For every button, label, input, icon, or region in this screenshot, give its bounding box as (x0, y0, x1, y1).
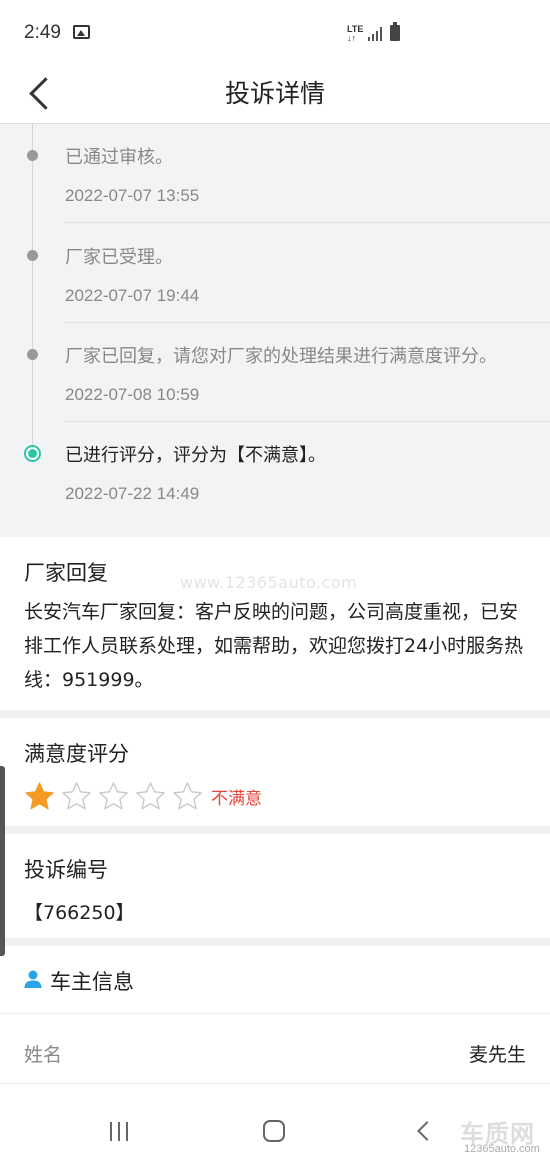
watermark: www.12365auto.com (180, 573, 358, 592)
timeline-text: 已通过审核。 (65, 147, 173, 168)
rating-label: 不满意 (211, 788, 262, 809)
home-icon[interactable] (263, 1120, 285, 1142)
timeline-time: 2022-07-07 19:44 (65, 286, 200, 305)
recent-apps-icon[interactable] (110, 1122, 132, 1141)
owner-name-value: 麦先生 (468, 1044, 526, 1066)
star-empty-icon (62, 781, 91, 809)
rating-title: 满意度评分 (24, 742, 129, 766)
timeline-time: 2022-07-08 10:59 (65, 385, 200, 404)
timeline-text: 厂家已回复，请您对厂家的处理结果进行满意度评分。 (65, 346, 497, 367)
status-time: 2:49 (24, 22, 61, 43)
reply-section: 厂家回复 www.12365auto.com 长安汽车厂家回复：客户反映的问题，… (0, 537, 550, 710)
timeline-item: 已通过审核。 2022-07-07 13:55 (0, 124, 550, 223)
star-empty-icon (173, 781, 202, 809)
app-header: 投诉详情 (0, 62, 550, 124)
owner-name-label: 姓名 (24, 1044, 63, 1066)
star-filled-icon (25, 781, 54, 809)
status-bar: 2:49 LTE ↓↑ (0, 0, 550, 62)
lte-icon: LTE ↓↑ (347, 24, 364, 43)
image-notification-icon (73, 25, 90, 39)
complaint-number-title: 投诉编号 (24, 858, 108, 882)
rating-stars: 不满意 (24, 780, 262, 812)
nav-back-icon[interactable] (417, 1121, 437, 1141)
timeline-item: 厂家已回复，请您对厂家的处理结果进行满意度评分。 2022-07-08 10:5… (0, 323, 550, 422)
reply-body: 长安汽车厂家回复：客户反映的问题，公司高度重视，已安排工作人员联系处理，如需帮助… (24, 601, 524, 691)
star-empty-icon (99, 781, 128, 809)
logo-subtext: 12365auto.com (464, 1143, 540, 1155)
timeline-dot-active (24, 445, 41, 462)
edge-handle[interactable] (0, 766, 5, 956)
battery-icon (390, 22, 400, 41)
section-gap (0, 938, 550, 946)
owner-name-row: 姓名 麦先生 (0, 1015, 550, 1083)
timeline-text: 厂家已受理。 (65, 247, 173, 268)
page-title: 投诉详情 (224, 79, 325, 108)
timeline-time: 2022-07-07 13:55 (65, 186, 200, 205)
timeline-time: 2022-07-22 14:49 (65, 484, 200, 503)
timeline-dot (27, 150, 38, 161)
timeline-dot (27, 349, 38, 360)
reply-title: 厂家回复 (24, 561, 108, 585)
star-empty-icon (136, 781, 165, 809)
owner-info-title: 车主信息 (50, 970, 134, 994)
rating-section: 满意度评分 不满意 (0, 718, 550, 826)
timeline-dot (27, 250, 38, 261)
divider (64, 222, 550, 223)
user-icon (24, 970, 42, 988)
site-logo: 车质网 12365auto.com (458, 1110, 548, 1160)
signal-icon (368, 27, 382, 41)
progress-timeline: 已通过审核。 2022-07-07 13:55 厂家已受理。 2022-07-0… (0, 124, 550, 537)
timeline-item-current: 已进行评分，评分为【不满意】。 2022-07-22 14:49 (0, 422, 550, 521)
complaint-number-value: 【766250】 (24, 902, 135, 924)
timeline-item: 厂家已受理。 2022-07-07 19:44 (0, 224, 550, 323)
complaint-number-section: 投诉编号 【766250】 (0, 834, 550, 938)
section-gap (0, 710, 550, 718)
system-nav-bar: 车质网 12365auto.com (0, 1083, 550, 1161)
section-gap (0, 826, 550, 834)
timeline-text: 已进行评分，评分为【不满意】。 (65, 445, 326, 466)
owner-info-header: 车主信息 (0, 946, 550, 1014)
